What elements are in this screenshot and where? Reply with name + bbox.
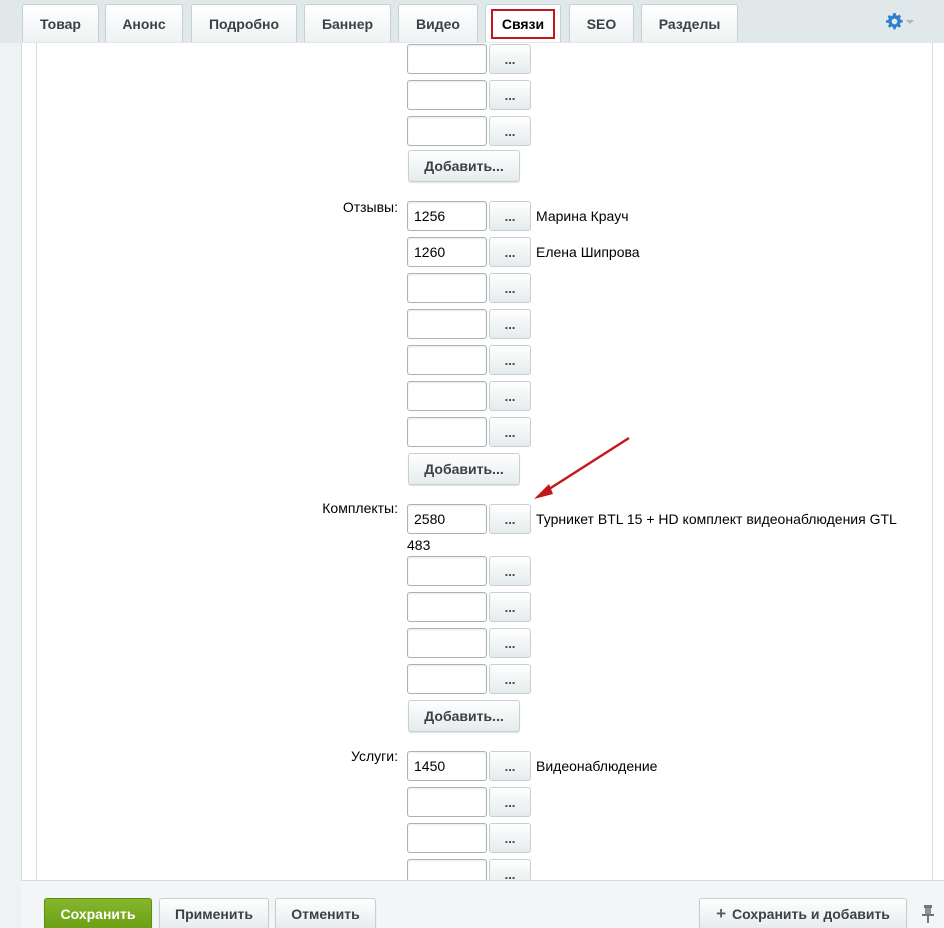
element-id-input[interactable] xyxy=(407,44,487,74)
tab-label: Товар xyxy=(40,15,81,32)
service-name: Видеонаблюдение xyxy=(536,758,658,774)
add-kit-button[interactable]: Добавить... xyxy=(408,700,520,732)
panel-border-left xyxy=(36,43,37,880)
form-footer: Сохранить Применить Отменить + Сохранить… xyxy=(21,880,944,928)
review-row: ... Марина Крауч xyxy=(407,201,907,231)
kits-label: Комплекты: xyxy=(322,500,398,516)
review-row: ... Елена Шипрова xyxy=(407,237,907,267)
tab-label: Разделы xyxy=(658,15,721,32)
review-id-input[interactable] xyxy=(407,417,487,447)
tab-strip: Товар Анонс Подробно Баннер Видео Связи … xyxy=(0,0,944,43)
choose-review-button[interactable]: ... xyxy=(489,201,531,231)
service-id-input[interactable] xyxy=(407,859,487,880)
choose-kit-button[interactable]: ... xyxy=(489,556,531,586)
tab-video[interactable]: Видео xyxy=(398,4,478,42)
choose-review-button[interactable]: ... xyxy=(489,381,531,411)
review-name: Марина Крауч xyxy=(536,208,629,224)
choose-element-button[interactable]: ... xyxy=(489,44,531,74)
choose-review-button[interactable]: ... xyxy=(489,273,531,303)
tab-links[interactable]: Связи xyxy=(485,4,561,42)
review-name: Елена Шипрова xyxy=(536,244,640,260)
add-link-button[interactable]: Добавить... xyxy=(408,150,520,182)
kit-id-input[interactable] xyxy=(407,628,487,658)
choose-element-button[interactable]: ... xyxy=(489,80,531,110)
review-row: ... xyxy=(407,309,907,339)
tab-details[interactable]: Подробно xyxy=(191,4,297,42)
choose-kit-button[interactable]: ... xyxy=(489,504,531,534)
review-id-input[interactable] xyxy=(407,345,487,375)
add-review-button[interactable]: Добавить... xyxy=(408,453,520,485)
tab-sections[interactable]: Разделы xyxy=(641,4,738,42)
kit-id-input[interactable] xyxy=(407,664,487,694)
link-row: ... xyxy=(407,80,907,110)
choose-review-button[interactable]: ... xyxy=(489,345,531,375)
apply-button[interactable]: Применить xyxy=(159,898,269,928)
kit-id-input[interactable] xyxy=(407,556,487,586)
kit-row: ... xyxy=(407,556,907,586)
reviews-label: Отзывы: xyxy=(342,199,398,215)
tab-label: Видео xyxy=(416,15,460,32)
service-row: ... xyxy=(407,823,907,853)
kit-row: ... xyxy=(407,628,907,658)
save-and-add-button[interactable]: + Сохранить и добавить xyxy=(699,898,907,928)
settings-button[interactable] xyxy=(886,10,918,32)
service-id-input[interactable] xyxy=(407,751,487,781)
save-and-add-label: Сохранить и добавить xyxy=(732,906,890,922)
review-id-input[interactable] xyxy=(407,309,487,339)
link-row: ... xyxy=(407,116,907,146)
review-id-input[interactable] xyxy=(407,201,487,231)
tab-label: Анонс xyxy=(122,15,166,32)
review-id-input[interactable] xyxy=(407,273,487,303)
tab-product[interactable]: Товар xyxy=(22,4,99,42)
review-row: ... xyxy=(407,273,907,303)
service-row: ... Видеонаблюдение xyxy=(407,751,907,781)
panel-border-right xyxy=(932,43,933,880)
choose-service-button[interactable]: ... xyxy=(489,823,531,853)
link-row: ... xyxy=(407,44,907,74)
kit-name: Турникет BTL 15 + HD комплект видеонаблю… xyxy=(536,511,897,527)
pin-icon[interactable] xyxy=(921,905,935,923)
gear-icon xyxy=(886,12,903,29)
choose-kit-button[interactable]: ... xyxy=(489,628,531,658)
choose-review-button[interactable]: ... xyxy=(489,417,531,447)
review-row: ... xyxy=(407,345,907,375)
choose-kit-button[interactable]: ... xyxy=(489,592,531,622)
chevron-down-icon xyxy=(906,20,914,24)
element-id-input[interactable] xyxy=(407,80,487,110)
element-id-input[interactable] xyxy=(407,116,487,146)
kit-name-continued: 483 xyxy=(407,537,431,553)
choose-service-button[interactable]: ... xyxy=(489,787,531,817)
tab-label: SEO xyxy=(586,15,617,32)
review-row: ... xyxy=(407,417,907,447)
service-id-input[interactable] xyxy=(407,787,487,817)
choose-service-button[interactable]: ... xyxy=(489,859,531,880)
choose-kit-button[interactable]: ... xyxy=(489,664,531,694)
kit-row: ... Турникет BTL 15 + HD комплект видеон… xyxy=(407,504,937,534)
review-id-input[interactable] xyxy=(407,381,487,411)
tab-banner[interactable]: Баннер xyxy=(304,4,391,42)
review-id-input[interactable] xyxy=(407,237,487,267)
links-tab-panel: ... ... ... Добавить... Отзывы: ... Мари… xyxy=(21,43,944,880)
service-row: ... xyxy=(407,859,907,880)
kit-row: ... xyxy=(407,664,907,694)
tab-announce[interactable]: Анонс xyxy=(105,4,183,42)
kit-row: ... xyxy=(407,592,907,622)
choose-element-button[interactable]: ... xyxy=(489,116,531,146)
service-row: ... xyxy=(407,787,907,817)
choose-service-button[interactable]: ... xyxy=(489,751,531,781)
review-row: ... xyxy=(407,381,907,411)
tab-label: Связи xyxy=(490,8,556,39)
tab-label: Баннер xyxy=(321,15,374,32)
cancel-button[interactable]: Отменить xyxy=(275,898,376,928)
services-label: Услуги: xyxy=(351,748,398,764)
choose-review-button[interactable]: ... xyxy=(489,237,531,267)
service-id-input[interactable] xyxy=(407,823,487,853)
tab-label: Подробно xyxy=(208,15,280,32)
save-button[interactable]: Сохранить xyxy=(44,898,152,928)
kit-id-input[interactable] xyxy=(407,504,487,534)
tab-seo[interactable]: SEO xyxy=(569,4,634,42)
plus-icon: + xyxy=(716,904,727,923)
choose-review-button[interactable]: ... xyxy=(489,309,531,339)
kit-id-input[interactable] xyxy=(407,592,487,622)
